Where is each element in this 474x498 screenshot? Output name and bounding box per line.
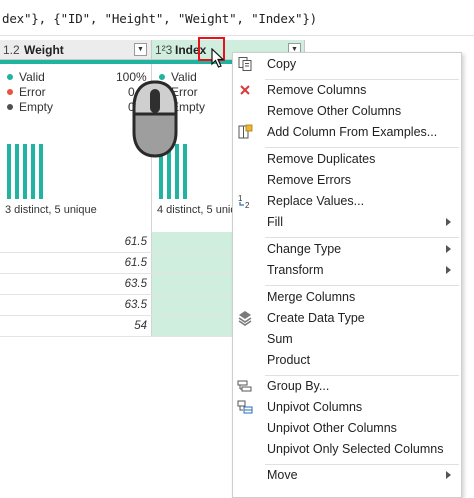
distribution-bar bbox=[183, 144, 187, 199]
error-label: Error bbox=[19, 85, 46, 99]
menu-item-remove-columns[interactable]: Remove Columns bbox=[233, 80, 461, 101]
menu-label: Unpivot Other Columns bbox=[267, 421, 397, 435]
menu-label: Merge Columns bbox=[267, 290, 356, 304]
menu-item-unpivot-only-selected-columns[interactable]: Unpivot Only Selected Columns bbox=[233, 439, 461, 460]
remove-x-icon bbox=[240, 85, 250, 95]
mouse-pointer-icon bbox=[211, 48, 225, 68]
menu-label: Remove Other Columns bbox=[267, 104, 402, 118]
formula-text[interactable]: dex"}, {"ID", "Height", "Weight", "Index… bbox=[2, 11, 317, 26]
empty-dot-icon bbox=[7, 104, 13, 110]
menu-label: Remove Duplicates bbox=[267, 152, 376, 166]
formula-bar[interactable]: dex"}, {"ID", "Height", "Weight", "Index… bbox=[0, 0, 474, 36]
cell-weight[interactable]: 61.5 bbox=[0, 253, 152, 273]
menu-item-group-by[interactable]: Group By... bbox=[233, 376, 461, 397]
menu-item-copy[interactable]: Copy bbox=[233, 54, 461, 75]
distribution-bar bbox=[23, 144, 27, 199]
whole-number-type-icon[interactable]: 1²3 bbox=[155, 43, 172, 57]
unpivot-icon bbox=[237, 400, 253, 414]
menu-item-remove-duplicates[interactable]: Remove Duplicates bbox=[233, 149, 461, 170]
svg-text:1: 1 bbox=[238, 194, 243, 203]
error-dot-icon bbox=[7, 89, 13, 95]
distribution-bar bbox=[7, 144, 11, 199]
add-column-icon bbox=[238, 124, 253, 139]
menu-label: Transform bbox=[267, 263, 324, 277]
menu-label: Unpivot Columns bbox=[267, 400, 363, 414]
menu-label: Sum bbox=[267, 332, 293, 346]
menu-item-change-type[interactable]: Change Type bbox=[233, 239, 461, 260]
copy-icon bbox=[238, 57, 252, 71]
svg-text:2: 2 bbox=[245, 201, 250, 209]
cell-weight[interactable]: 61.5 bbox=[0, 232, 152, 252]
menu-item-sum[interactable]: Sum bbox=[233, 329, 461, 350]
menu-label: Replace Values... bbox=[267, 194, 365, 208]
valid-dot-icon bbox=[7, 74, 13, 80]
submenu-arrow-icon bbox=[446, 245, 451, 253]
distribution-bar bbox=[39, 144, 43, 199]
empty-row: Empty 0 bbox=[7, 100, 135, 114]
group-by-icon bbox=[237, 380, 252, 392]
menu-label: Create Data Type bbox=[267, 311, 365, 325]
menu-item-move[interactable]: Move bbox=[233, 465, 461, 486]
menu-item-fill[interactable]: Fill bbox=[233, 212, 461, 233]
menu-label: Product bbox=[267, 353, 311, 367]
column-header-weight[interactable]: 1.2 Weight ▼ bbox=[0, 40, 152, 60]
cell-weight[interactable]: 54 bbox=[0, 316, 152, 336]
menu-label: Remove Errors bbox=[267, 173, 352, 187]
distribution-bar bbox=[15, 144, 19, 199]
data-type-icon bbox=[238, 311, 252, 326]
menu-item-merge-columns[interactable]: Merge Columns bbox=[233, 287, 461, 308]
menu-separator bbox=[265, 147, 459, 148]
error-row: Error 0 bbox=[7, 85, 135, 99]
menu-item-replace-values[interactable]: 1 2 Replace Values... bbox=[233, 191, 461, 212]
column-name-weight: Weight bbox=[24, 43, 64, 57]
replace-values-icon: 1 2 bbox=[238, 194, 250, 209]
distinct-count-weight: 3 distinct, 5 unique bbox=[5, 204, 97, 216]
submenu-arrow-icon bbox=[446, 218, 451, 226]
valid-label: Valid bbox=[19, 70, 45, 84]
menu-label: Copy bbox=[267, 57, 297, 71]
menu-label: Add Column From Examples... bbox=[267, 125, 438, 139]
menu-item-unpivot-other-columns[interactable]: Unpivot Other Columns bbox=[233, 418, 461, 439]
menu-item-add-column-from-examples[interactable]: Add Column From Examples... bbox=[233, 122, 461, 143]
menu-label: Group By... bbox=[267, 379, 330, 393]
column-profile-weight: Valid 100% Error 0 Empty 0 3 distinct, 5… bbox=[0, 64, 152, 232]
menu-separator bbox=[265, 237, 459, 238]
cell-weight[interactable]: 63.5 bbox=[0, 274, 152, 294]
power-query-editor: dex"}, {"ID", "Height", "Weight", "Index… bbox=[0, 0, 474, 498]
distribution-bar bbox=[31, 144, 35, 199]
submenu-arrow-icon bbox=[446, 471, 451, 479]
column-context-menu: Copy Remove Columns Remove Other Columns… bbox=[232, 52, 462, 498]
menu-item-remove-other-columns[interactable]: Remove Other Columns bbox=[233, 101, 461, 122]
menu-separator bbox=[265, 285, 459, 286]
menu-label: Remove Columns bbox=[267, 83, 367, 97]
filter-dropdown-button[interactable]: ▼ bbox=[134, 43, 147, 56]
menu-item-product[interactable]: Product bbox=[233, 350, 461, 371]
mouse-right-click-icon bbox=[132, 80, 178, 158]
menu-label: Unpivot Only Selected Columns bbox=[267, 442, 444, 456]
menu-item-unpivot-columns[interactable]: Unpivot Columns bbox=[233, 397, 461, 418]
menu-item-transform[interactable]: Transform bbox=[233, 260, 461, 281]
cell-weight[interactable]: 63.5 bbox=[0, 295, 152, 315]
submenu-arrow-icon bbox=[446, 266, 451, 274]
menu-item-remove-errors[interactable]: Remove Errors bbox=[233, 170, 461, 191]
menu-label: Fill bbox=[267, 215, 283, 229]
menu-item-create-data-type[interactable]: Create Data Type bbox=[233, 308, 461, 329]
empty-label: Empty bbox=[19, 100, 54, 114]
valid-row: Valid 100% bbox=[7, 70, 147, 84]
menu-label: Move bbox=[267, 468, 298, 482]
menu-label: Change Type bbox=[267, 242, 342, 256]
decimal-type-icon[interactable]: 1.2 bbox=[3, 43, 20, 57]
